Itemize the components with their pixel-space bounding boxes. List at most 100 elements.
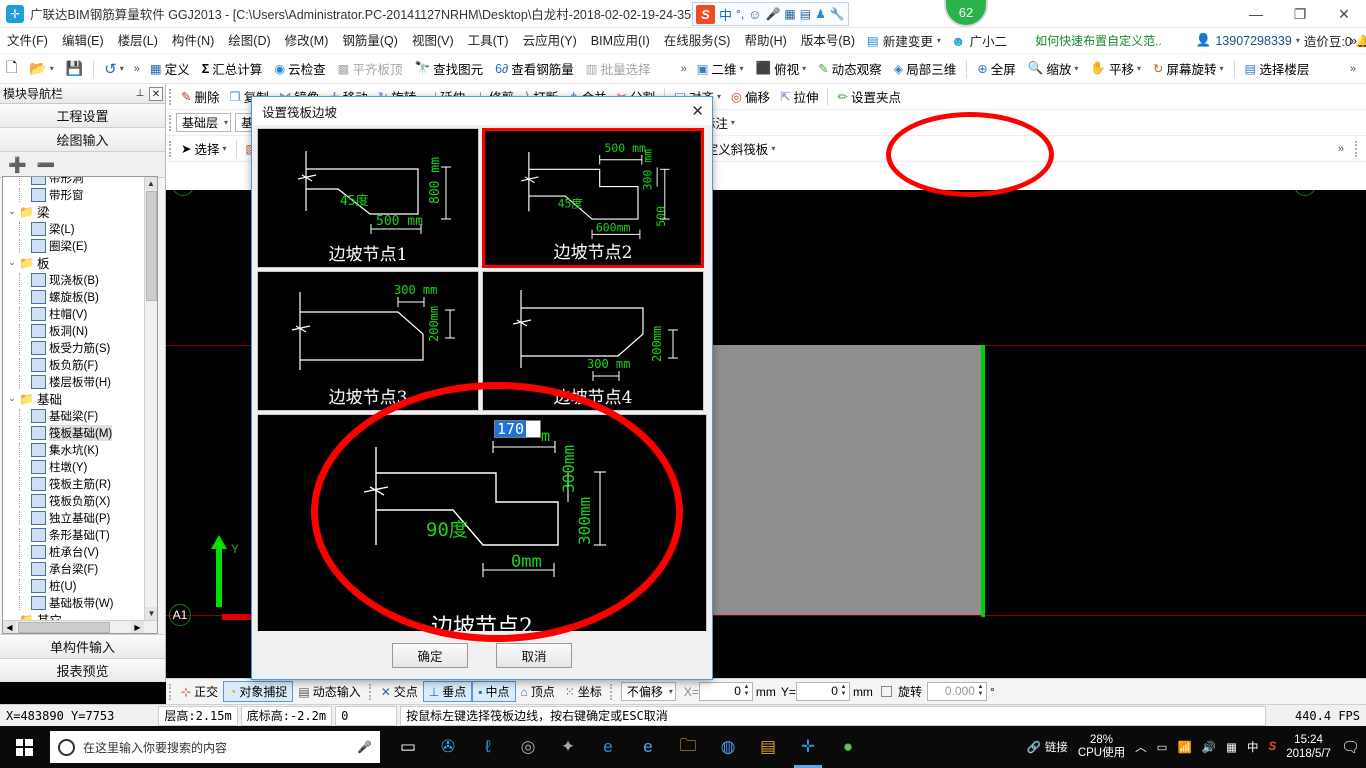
report-preview-button[interactable]: 报表预览 xyxy=(0,658,165,682)
input-caret-area[interactable] xyxy=(526,421,541,437)
axis-bubble-0[interactable]: 0 xyxy=(172,190,194,196)
snap-object[interactable]: ◔ 对象捕捉 xyxy=(223,681,294,702)
ime-skin-icon[interactable]: ♟ xyxy=(815,7,826,21)
tree-item[interactable]: 圈梁(E) xyxy=(3,237,146,254)
new-change-button[interactable]: ▤ 新建变更 ▾ xyxy=(862,31,946,50)
drag-handle[interactable] xyxy=(609,683,614,700)
tree-item[interactable]: 楼层板带(H) xyxy=(3,373,146,390)
tree-folder[interactable]: ⌄ 📁 基础 xyxy=(3,390,146,408)
tree-item[interactable]: 独立基础(P) xyxy=(3,509,146,526)
snap-ortho[interactable]: ⊹ 正交 xyxy=(176,681,223,702)
app-icon-sketch[interactable]: ✇ xyxy=(428,726,468,768)
menu-view[interactable]: 视图(V) xyxy=(405,30,461,52)
tree-item[interactable]: 板负筋(F) xyxy=(3,356,146,373)
undo-button[interactable]: ↺ ▾ xyxy=(98,57,130,81)
close-icon[interactable]: ✕ xyxy=(149,86,163,101)
snap-intersection[interactable]: ✕ 交点 xyxy=(376,681,423,702)
app-icon-ggj[interactable]: ✛ xyxy=(788,726,828,768)
app-icon-notes[interactable]: ▤ xyxy=(748,726,788,768)
tree-folder[interactable]: ⌄ 📁 梁 xyxy=(3,203,146,221)
link-status[interactable]: 🔗 链接 xyxy=(1027,739,1068,755)
offset-mode-selector[interactable]: 不偏移 ▾ xyxy=(620,682,676,701)
menu-tools[interactable]: 工具(T) xyxy=(461,30,516,52)
raft-edge-highlight[interactable] xyxy=(981,345,985,617)
chevron-down-icon[interactable]: ▾ xyxy=(1074,64,1078,73)
ime-chinese-icon[interactable]: 中 xyxy=(719,5,732,24)
tree-item[interactable]: 带形洞 xyxy=(3,177,146,186)
fullscreen-button[interactable]: ⊕ 全屏 xyxy=(971,57,1022,81)
set-grip-button[interactable]: ✏ 设置夹点 xyxy=(832,85,906,109)
local-3d-button[interactable]: ◈ 局部三维 xyxy=(888,57,963,81)
chevron-down-icon[interactable]: ▾ xyxy=(1220,64,1224,73)
tree-item[interactable]: 筏板主筋(R) xyxy=(3,475,146,492)
view-rebar-button[interactable]: 6∂ 查看钢筋量 xyxy=(489,57,580,81)
tree-item[interactable]: 柱墩(Y) xyxy=(3,458,146,475)
close-button[interactable]: ✕ xyxy=(1322,0,1366,28)
toolbar-overflow-right[interactable]: » xyxy=(1346,63,1360,75)
microphone-icon[interactable]: 🎤 xyxy=(357,740,372,754)
battery-icon[interactable]: ▭ xyxy=(1157,740,1168,754)
y-input[interactable]: 0 ▲ ▼ xyxy=(795,682,850,701)
define-button[interactable]: ▦ 定义 xyxy=(144,57,196,81)
drag-handle[interactable] xyxy=(1355,140,1359,157)
chevron-down-icon[interactable]: ▾ xyxy=(223,144,227,153)
tree-item[interactable]: 基础板带(W) xyxy=(3,594,146,611)
scroll-right-icon[interactable]: ▶ xyxy=(131,621,144,633)
snap-perpendicular[interactable]: ⊥ 垂点 xyxy=(422,681,473,702)
slope-option-2[interactable]: 500 mm 45度 300 mm 500 600mm 边坡节点2 xyxy=(482,128,704,268)
tree-item[interactable]: 基础梁(F) xyxy=(3,407,146,424)
tree-item[interactable]: 板受力筋(S) xyxy=(3,339,146,356)
tree-item[interactable]: 带形窗 xyxy=(3,186,146,203)
menubar-overflow[interactable]: » xyxy=(1345,34,1362,48)
taskbar-search[interactable]: 在这里输入你要搜索的内容 🎤 xyxy=(50,731,380,763)
maximize-button[interactable]: ❐ xyxy=(1278,0,1322,28)
menu-edit[interactable]: 编辑(E) xyxy=(55,30,111,52)
scroll-left-icon[interactable]: ◀ xyxy=(3,621,16,633)
spinner-icon[interactable]: ▲ ▼ xyxy=(976,684,985,699)
snap-midpoint[interactable]: ▪ 中点 xyxy=(472,681,516,702)
wifi-icon[interactable]: 📶 xyxy=(1177,740,1191,754)
expand-chevron-icon[interactable]: ⌄ xyxy=(5,393,19,404)
floor-selector[interactable]: 基础层 ▾ xyxy=(176,113,232,132)
slope-dimension-input[interactable]: 170 xyxy=(494,420,542,438)
menu-online-service[interactable]: 在线服务(S) xyxy=(657,30,738,52)
toolbar-overflow-mid[interactable]: » xyxy=(677,63,691,75)
snap-dynamic-input[interactable]: ▤ 动态输入 xyxy=(293,681,365,702)
cloud-check-button[interactable]: ◉ 云检查 xyxy=(268,57,331,81)
scroll-up-icon[interactable]: ▲ xyxy=(145,177,157,190)
promo-link[interactable]: 如何快速布置自定义范.. xyxy=(1030,32,1167,49)
tree-item[interactable]: 板洞(N) xyxy=(3,322,146,339)
app-icon-ghost[interactable]: ● xyxy=(828,726,868,768)
minimize-button[interactable]: — xyxy=(1234,0,1278,28)
rotate-input[interactable]: 0.000 ▲ ▼ xyxy=(926,682,987,701)
sogou-tray-icon[interactable]: S xyxy=(1269,741,1277,753)
pin-icon[interactable]: ⊥ xyxy=(133,87,147,101)
pan-button[interactable]: ✋ 平移 ▾ xyxy=(1084,57,1147,81)
cancel-button[interactable]: 取消 xyxy=(496,642,572,668)
view-2d-button[interactable]: ▣ 二维 ▾ xyxy=(691,57,750,81)
menu-rebar[interactable]: 钢筋量(Q) xyxy=(335,30,405,52)
scrollbar-thumb[interactable] xyxy=(146,191,157,301)
chevron-down-icon[interactable]: ▾ xyxy=(740,64,744,73)
ime-punctuation-icon[interactable]: °, xyxy=(736,7,744,21)
tree-item[interactable]: 现浇板(B) xyxy=(3,271,146,288)
expand-chevron-icon[interactable]: ⌄ xyxy=(5,206,19,217)
snap-coordinate[interactable]: ⁙ 坐标 xyxy=(560,681,607,702)
app-icon-explorer[interactable]: ✦ xyxy=(548,726,588,768)
ime-keyboard-icon[interactable]: ▦ xyxy=(784,7,795,21)
chevron-down-icon[interactable]: ▾ xyxy=(1296,36,1300,45)
tree-vertical-scrollbar[interactable]: ▲ ▼ xyxy=(144,177,157,633)
axis-bubble-a1[interactable]: A1 xyxy=(169,604,191,626)
drag-handle[interactable] xyxy=(169,683,173,700)
add-icon[interactable]: ➕ xyxy=(8,156,27,174)
assistant-button[interactable]: ☻ 广小二 xyxy=(946,31,1012,50)
new-file-button[interactable]: 🗋 xyxy=(0,57,23,81)
ime-voice-icon[interactable]: 🎤 xyxy=(765,7,780,21)
tree-item[interactable]: 集水坑(K) xyxy=(3,441,146,458)
ribbon-overflow[interactable]: » xyxy=(1334,143,1348,155)
snap-vertex[interactable]: ⌂ 顶点 xyxy=(516,681,560,702)
spinner-icon[interactable]: ▲ ▼ xyxy=(742,684,751,699)
app-icon-edge[interactable]: e xyxy=(588,726,628,768)
remove-icon[interactable]: ➖ xyxy=(37,156,56,174)
volume-icon[interactable]: 🔊 xyxy=(1202,740,1216,754)
